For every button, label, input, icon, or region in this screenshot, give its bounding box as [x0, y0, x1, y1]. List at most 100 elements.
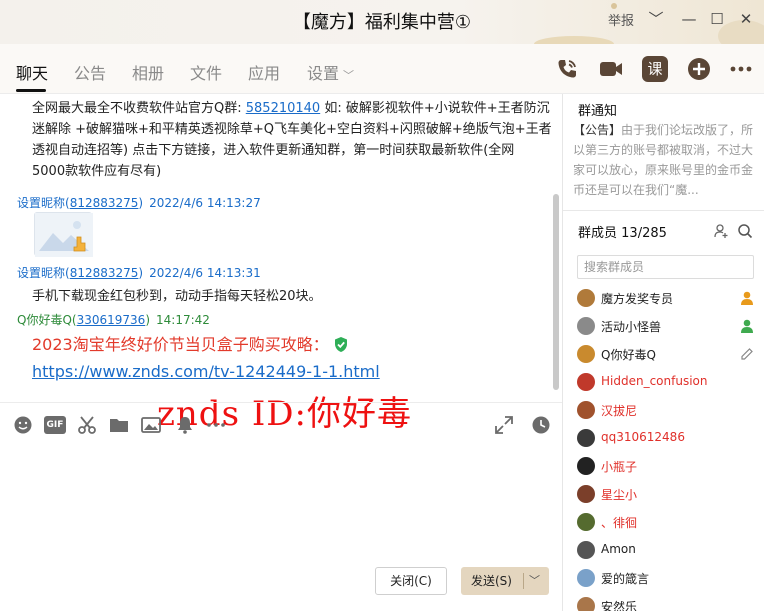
group-admin-icon [741, 319, 753, 333]
phone-icon[interactable] [554, 56, 580, 82]
member-name: 星尘小 [601, 488, 638, 502]
members-count: 13/285 [621, 226, 667, 241]
avatar [577, 513, 595, 531]
avatar [577, 345, 595, 363]
close-icon[interactable]: ✕ [735, 8, 757, 30]
chat-history[interactable]: 全网最大最全不收费软件站官方Q群: 585210140 如: 破解影视软件+小说… [0, 94, 562, 402]
image-icon[interactable] [141, 415, 161, 435]
member-row[interactable]: 爱的箴言 [577, 564, 761, 592]
tab-bar: 聊天 公告 相册 文件 应用 设置 ﹀ 课 [0, 44, 764, 94]
emoji-icon[interactable] [13, 415, 33, 435]
message-fragment: 全网最大最全不收费软件站官方Q群: [32, 101, 246, 116]
message-time: 2022/4/6 14:13:31 [149, 266, 261, 280]
folder-icon[interactable] [109, 415, 129, 435]
send-button-divider [523, 573, 524, 589]
member-name: 安然乐 [601, 600, 638, 611]
member-row[interactable]: Q你好毒Q [577, 340, 761, 368]
members-title: 群成员 13/285 [578, 222, 667, 241]
member-name: 魔方发奖专员 [601, 292, 674, 306]
tab-album[interactable]: 相册 [132, 60, 164, 84]
chat-scrollbar[interactable] [553, 194, 559, 390]
lesson-icon[interactable]: 课 [642, 56, 668, 82]
message-line: 迷解除 +破解猫咪+和平精英透视除草+Q飞车美化+空白资料+闪照破解+绝版气泡+… [32, 122, 552, 137]
sender-qq[interactable]: 812883275 [70, 196, 139, 210]
notice-tag: 【公告】 [573, 123, 622, 137]
scissors-icon[interactable] [77, 415, 97, 435]
more-dots-icon[interactable] [206, 415, 226, 435]
member-row[interactable]: 活动小怪兽 [577, 312, 761, 340]
message-text-red: 2023淘宝年终好价节当贝盒子购买攻略： https://www.znds.co… [32, 331, 552, 385]
plus-circle-icon[interactable] [686, 56, 712, 82]
bell-icon[interactable] [175, 415, 195, 435]
chevron-down-icon[interactable]: ﹀ [645, 8, 667, 30]
avatar [577, 485, 595, 503]
member-name: Q你好毒Q [601, 348, 656, 362]
close-button[interactable]: 关闭(C) [375, 567, 447, 595]
avatar [577, 457, 595, 475]
message-text: 全网最大最全不收费软件站官方Q群: 585210140 如: 破解影视软件+小说… [32, 98, 552, 182]
avatar [577, 401, 595, 419]
tab-files[interactable]: 文件 [190, 60, 222, 84]
group-notice-body[interactable]: 【公告】由于我们论坛改版了，所以第三方的账号都被取消，不过大家可以放心，原来账号… [573, 120, 759, 200]
divider [563, 210, 764, 211]
expand-icon[interactable] [494, 415, 514, 435]
member-row[interactable]: 安然乐 [577, 592, 761, 611]
member-row[interactable]: Amon [577, 536, 761, 564]
member-name: 小瓶子 [601, 460, 638, 474]
history-clock-icon[interactable] [531, 415, 551, 435]
title-bar: 【魔方】福利集中营① 举报 ﹀ — ☐ ✕ [0, 0, 764, 44]
sender-nickname: 设置昵称 [17, 196, 66, 210]
avatar [577, 317, 595, 335]
report-button[interactable]: 举报 [608, 10, 634, 29]
qq-group-chat-window: 【魔方】福利集中营① 举报 ﹀ — ☐ ✕ 聊天 公告 相册 文件 应用 设置 ﹀… [0, 0, 764, 611]
group-number-link[interactable]: 585210140 [246, 101, 320, 116]
message-sender[interactable]: 设置昵称(812883275) 2022/4/6 14:13:31 [17, 264, 261, 281]
add-member-icon[interactable] [713, 223, 729, 239]
sender-nickname: Q你好毒Q [17, 313, 72, 327]
message-line: 5000款软件应有尽有) [32, 164, 162, 179]
member-row[interactable]: Hidden_confusion [577, 368, 761, 396]
maximize-icon[interactable]: ☐ [706, 8, 728, 30]
sender-nickname: 设置昵称 [17, 266, 66, 280]
member-name: 活动小怪兽 [601, 320, 662, 334]
message-time: 14:17:42 [156, 313, 210, 327]
article-link[interactable]: https://www.znds.com/tv-1242449-1-1.html [32, 362, 380, 381]
member-row[interactable]: qq310612486 [577, 424, 761, 452]
tab-chat[interactable]: 聊天 [16, 60, 48, 84]
tab-settings-label: 设置 [307, 64, 340, 83]
image-placeholder-icon [35, 213, 93, 257]
member-row[interactable]: 魔方发奖专员 [577, 284, 761, 312]
more-icon[interactable] [728, 56, 754, 82]
member-row[interactable]: 、徘徊 [577, 508, 761, 536]
member-list[interactable]: 魔方发奖专员 活动小怪兽 Q你好毒Q Hidden_confusion 汉拔尼 qq310… [577, 284, 761, 611]
message-input[interactable] [0, 446, 562, 561]
message-line: 全网最大最全不收费软件站官方Q群: 585210140 如: 破解影视软件+小说… [32, 98, 552, 119]
avatar [577, 373, 595, 391]
tab-announcement[interactable]: 公告 [74, 60, 106, 84]
sender-qq[interactable]: 330619736 [77, 313, 146, 327]
member-name: qq310612486 [601, 430, 685, 444]
member-row[interactable]: 汉拔尼 [577, 396, 761, 424]
member-name: 、徘徊 [601, 516, 638, 530]
image-message[interactable] [34, 212, 93, 257]
tab-apps[interactable]: 应用 [248, 60, 280, 84]
message-sender-me[interactable]: Q你好毒Q(330619736) 14:17:42 [17, 311, 210, 328]
minimize-icon[interactable]: — [678, 8, 700, 30]
message-fragment: 2023淘宝年终好价节当贝盒子购买攻略： [32, 335, 329, 354]
member-search-input[interactable]: 搜索群成员 [577, 255, 754, 279]
send-button[interactable]: 发送(S) ﹀ [461, 567, 549, 595]
group-notice-title: 群通知 [578, 104, 618, 119]
video-icon[interactable] [598, 56, 624, 82]
search-icon[interactable] [737, 223, 753, 239]
message-sender[interactable]: 设置昵称(812883275) 2022/4/6 14:13:27 [17, 194, 261, 211]
member-row[interactable]: 星尘小 [577, 480, 761, 508]
send-button-label: 发送(S) [471, 574, 512, 588]
avatar [577, 289, 595, 307]
send-options-chevron-icon[interactable]: ﹀ [529, 567, 540, 595]
sender-qq[interactable]: 812883275 [70, 266, 139, 280]
message-line: 透视自动连招等) 点击下方链接，进入软件更新通知群，第一时间获取最新软件(全网 [32, 143, 515, 158]
tab-settings[interactable]: 设置 ﹀ [307, 60, 354, 84]
member-row[interactable]: 小瓶子 [577, 452, 761, 480]
gif-icon[interactable]: GIF [44, 416, 66, 434]
members-label: 群成员 [578, 226, 618, 241]
